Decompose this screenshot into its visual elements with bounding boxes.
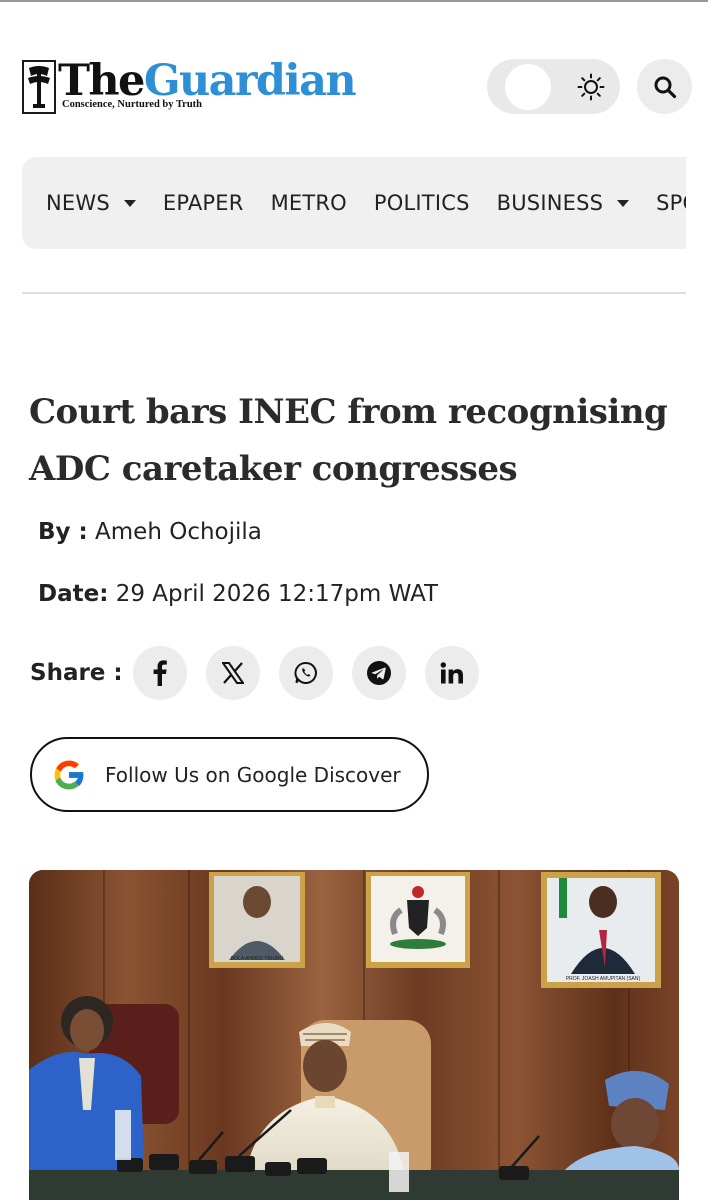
theme-toggle[interactable] xyxy=(487,59,620,114)
nav-label: EPAPER xyxy=(162,191,244,215)
share-x-button[interactable] xyxy=(205,646,260,700)
byline: By : Ameh Ochojila xyxy=(38,519,262,545)
portrait-caption-left: BOLA AHMED TINUBU xyxy=(231,956,284,962)
main-nav: NEWS EPAPER METRO POLITICS BUSINESS SPO xyxy=(22,157,686,249)
nav-item-news[interactable]: NEWS xyxy=(46,191,136,215)
divider xyxy=(22,292,686,294)
logo-tagline: Conscience, Nurtured by Truth xyxy=(62,99,203,110)
nav-item-epaper[interactable]: EPAPER xyxy=(163,191,244,215)
article-photo: BOLA AHMED TINUBU PROF. JOASH AMUPITAN (… xyxy=(29,870,679,1200)
by-label: By : xyxy=(38,519,88,545)
share-whatsapp-button[interactable] xyxy=(278,646,333,700)
date-value: 29 April 2026 12:17pm WAT xyxy=(115,581,439,607)
search-button[interactable] xyxy=(637,59,692,114)
date-label: Date: xyxy=(38,581,109,607)
facebook-icon xyxy=(153,660,167,686)
nav-item-business[interactable]: BUSINESS xyxy=(497,191,630,215)
share-bar: Share : xyxy=(30,646,498,700)
nav-label: POLITICS xyxy=(373,191,470,215)
follow-label: Follow Us on Google Discover xyxy=(105,763,401,787)
nav-item-sports[interactable]: SPO xyxy=(656,191,686,215)
nav-item-politics[interactable]: POLITICS xyxy=(374,191,470,215)
portrait-caption-right: PROF. JOASH AMUPITAN (SAN) xyxy=(566,976,641,982)
chevron-down-icon xyxy=(123,199,136,207)
share-telegram-button[interactable] xyxy=(351,646,406,700)
nav-item-metro[interactable]: METRO xyxy=(271,191,347,215)
chevron-down-icon xyxy=(617,199,630,207)
x-icon xyxy=(221,662,244,684)
dateline: Date: 29 April 2026 12:17pm WAT xyxy=(38,581,438,607)
logo-wordmark: TheGuardian xyxy=(58,58,357,104)
logo-emblem-icon xyxy=(22,60,56,114)
nav-label: SPO xyxy=(656,191,686,215)
nav-label: NEWS xyxy=(46,191,110,215)
site-logo[interactable]: TheGuardian Conscience, Nurtured by Trut… xyxy=(22,58,367,116)
share-linkedin-button[interactable] xyxy=(424,646,479,700)
share-label: Share : xyxy=(30,660,123,686)
sun-icon xyxy=(577,73,605,101)
telegram-icon xyxy=(366,661,391,685)
author-link[interactable]: Ameh Ochojila xyxy=(95,519,262,545)
article-headline: Court bars INEC from recognising ADC car… xyxy=(29,392,668,489)
whatsapp-icon xyxy=(294,662,317,684)
linkedin-icon xyxy=(440,662,463,684)
top-border xyxy=(0,0,708,2)
google-g-icon xyxy=(54,760,85,790)
nav-label: BUSINESS xyxy=(496,191,604,215)
follow-google-discover-button[interactable]: Follow Us on Google Discover xyxy=(30,737,429,812)
nav-label: METRO xyxy=(270,191,347,215)
share-facebook-button[interactable] xyxy=(132,646,187,700)
search-icon xyxy=(654,76,676,98)
toggle-knob xyxy=(505,64,551,110)
press-conference-image: BOLA AHMED TINUBU PROF. JOASH AMUPITAN (… xyxy=(29,870,679,1200)
